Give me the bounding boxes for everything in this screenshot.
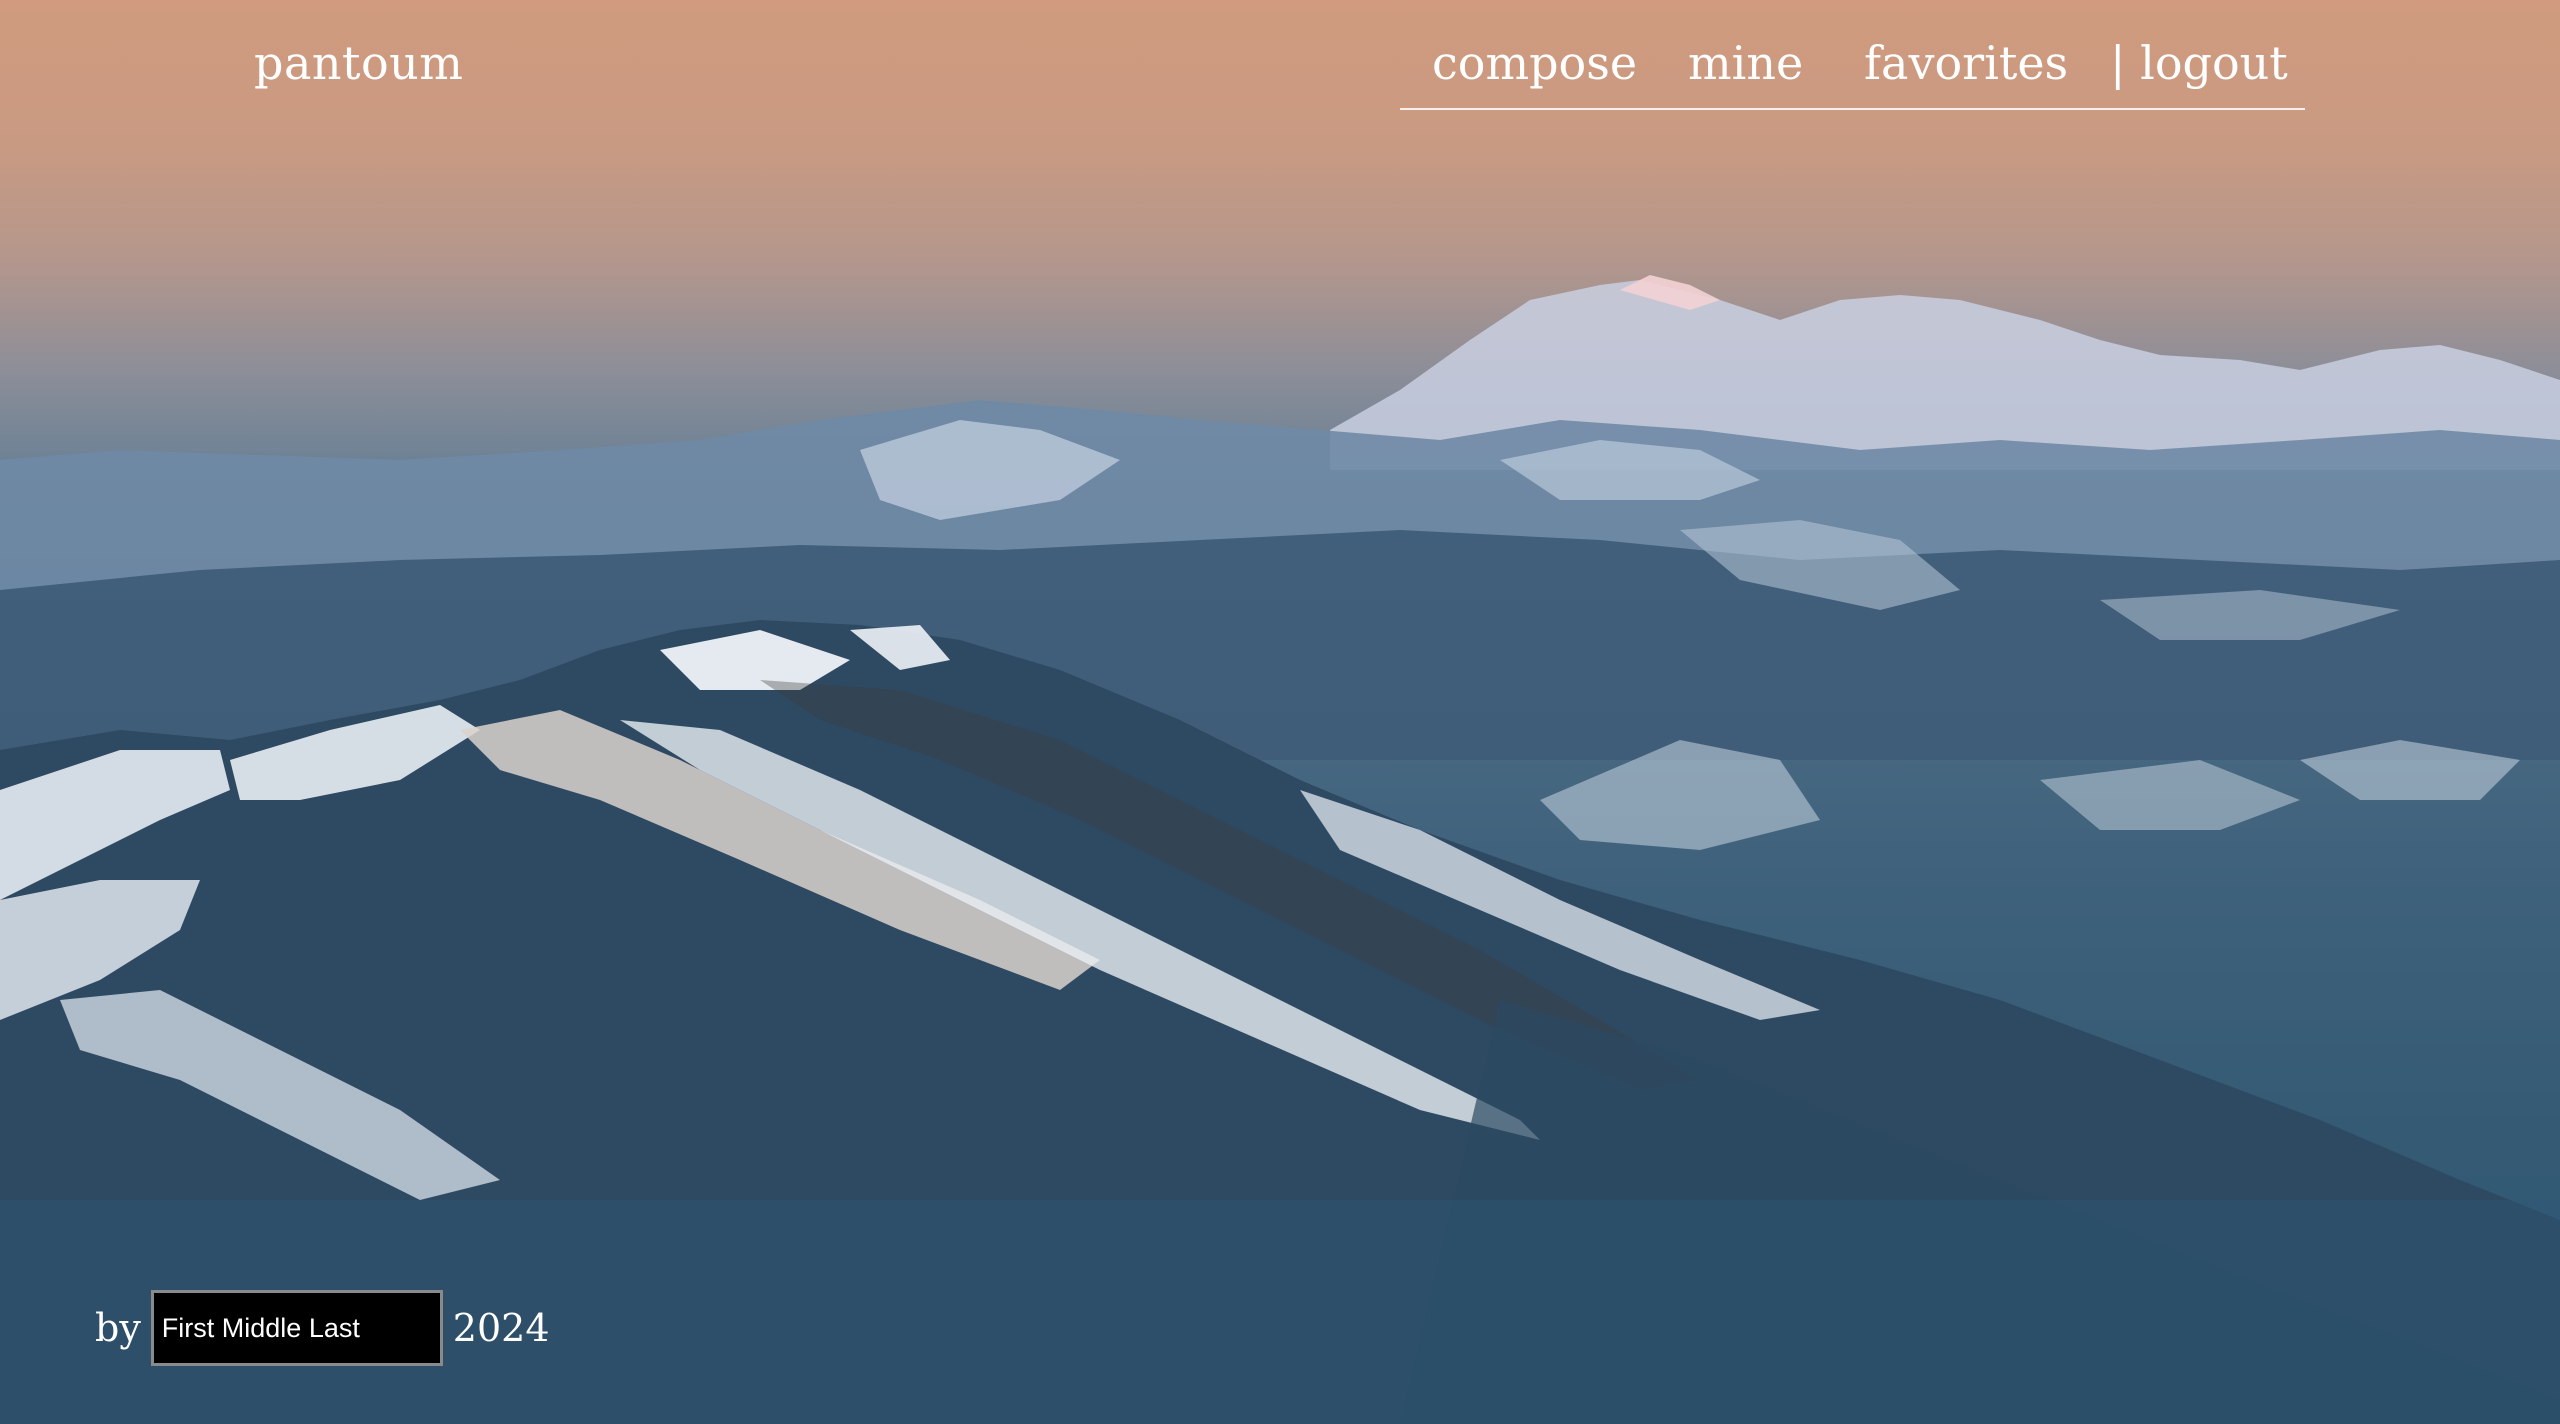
nav-compose-link[interactable]: compose: [1432, 36, 1637, 90]
page: pantoum compose mine favorites | logout …: [0, 0, 2560, 1424]
author-name-input[interactable]: [150, 1290, 443, 1366]
mountain-background-image: [0, 275, 2560, 1424]
nav-favorites-link[interactable]: favorites: [1864, 36, 2068, 90]
byline-year: 2024: [452, 1306, 550, 1350]
byline-prefix: by: [95, 1306, 141, 1350]
byline: by 2024: [95, 1290, 550, 1366]
main-nav: compose mine favorites | logout: [1400, 36, 2305, 110]
brand-logo-link[interactable]: pantoum: [254, 36, 463, 90]
nav-mine-link[interactable]: mine: [1688, 36, 1803, 90]
nav-logout-link[interactable]: | logout: [2110, 36, 2288, 90]
